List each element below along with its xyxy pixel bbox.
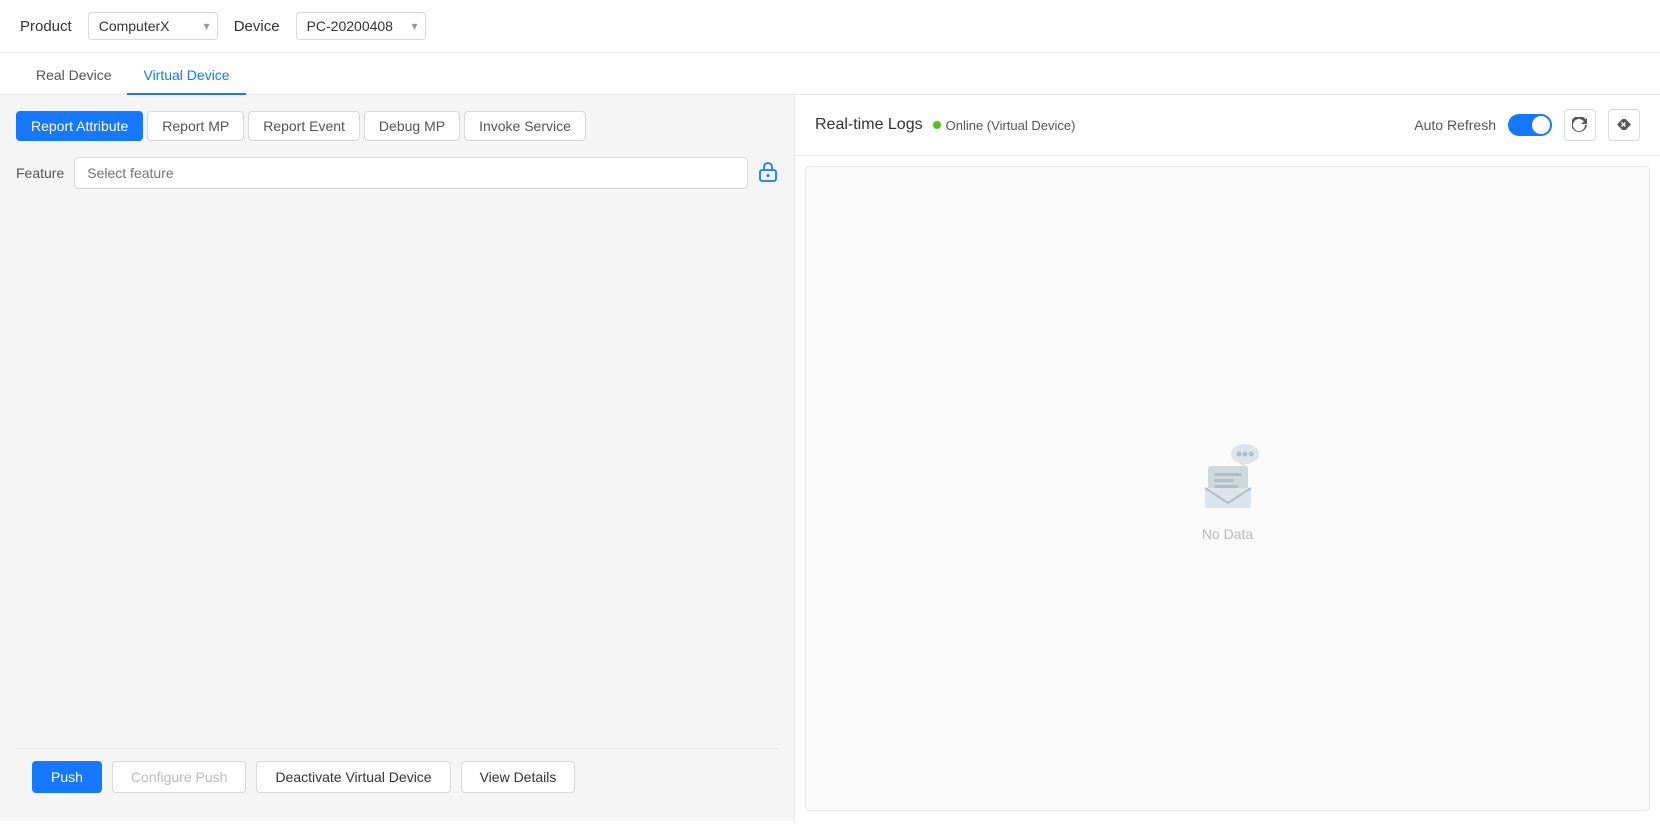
feature-label: Feature: [16, 165, 64, 181]
refresh-button[interactable]: [1564, 109, 1596, 141]
product-select-wrapper: ComputerX ▾: [88, 12, 218, 40]
no-data-illustration: No Data: [1183, 436, 1273, 542]
auto-refresh-toggle[interactable]: [1508, 114, 1552, 136]
right-title: Real-time Logs: [815, 116, 923, 134]
sub-tab-report-event[interactable]: Report Event: [248, 111, 360, 141]
online-badge: Online (Virtual Device): [933, 118, 1076, 133]
product-label: Product: [20, 18, 72, 35]
left-content-area: [16, 201, 778, 748]
lock-icon[interactable]: [758, 160, 778, 187]
right-controls: Auto Refresh: [1414, 109, 1640, 141]
top-bar: Product ComputerX ▾ Device PC-20200408 ▾: [0, 0, 1660, 53]
view-details-button[interactable]: View Details: [461, 761, 576, 793]
no-data-area: No Data: [805, 166, 1650, 811]
configure-push-button[interactable]: Configure Push: [112, 761, 247, 793]
right-title-area: Real-time Logs Online (Virtual Device): [815, 116, 1075, 134]
feature-select-wrapper: [74, 157, 748, 189]
device-select-wrapper: PC-20200408 ▾: [296, 12, 426, 40]
sub-tab-report-attribute[interactable]: Report Attribute: [16, 111, 143, 141]
deactivate-button[interactable]: Deactivate Virtual Device: [256, 761, 450, 793]
toggle-track: [1508, 114, 1552, 136]
product-select[interactable]: ComputerX: [88, 12, 218, 40]
sub-tab-debug-mp[interactable]: Debug MP: [364, 111, 460, 141]
no-data-svg: [1183, 436, 1273, 516]
no-data-text: No Data: [1202, 526, 1253, 542]
left-panel: Report Attribute Report MP Report Event …: [0, 95, 795, 821]
device-select[interactable]: PC-20200408: [296, 12, 426, 40]
device-tabs: Real Device Virtual Device: [0, 57, 1660, 95]
push-button[interactable]: Push: [32, 761, 102, 793]
feature-input[interactable]: [74, 157, 748, 189]
clear-button[interactable]: [1608, 109, 1640, 141]
online-status-text: Online (Virtual Device): [946, 118, 1076, 133]
sub-tab-report-mp[interactable]: Report MP: [147, 111, 244, 141]
feature-row: Feature: [16, 157, 778, 189]
bottom-bar: Push Configure Push Deactivate Virtual D…: [16, 748, 778, 805]
tab-virtual-device[interactable]: Virtual Device: [127, 57, 245, 95]
right-header: Real-time Logs Online (Virtual Device) A…: [795, 95, 1660, 156]
sub-tabs: Report Attribute Report MP Report Event …: [16, 111, 778, 141]
toggle-thumb: [1532, 116, 1550, 134]
sub-tab-invoke-service[interactable]: Invoke Service: [464, 111, 586, 141]
device-label: Device: [234, 18, 280, 35]
auto-refresh-label: Auto Refresh: [1414, 117, 1496, 133]
main-layout: Report Attribute Report MP Report Event …: [0, 95, 1660, 821]
online-dot: [933, 121, 941, 129]
right-panel: Real-time Logs Online (Virtual Device) A…: [795, 95, 1660, 821]
tab-real-device[interactable]: Real Device: [20, 57, 127, 95]
